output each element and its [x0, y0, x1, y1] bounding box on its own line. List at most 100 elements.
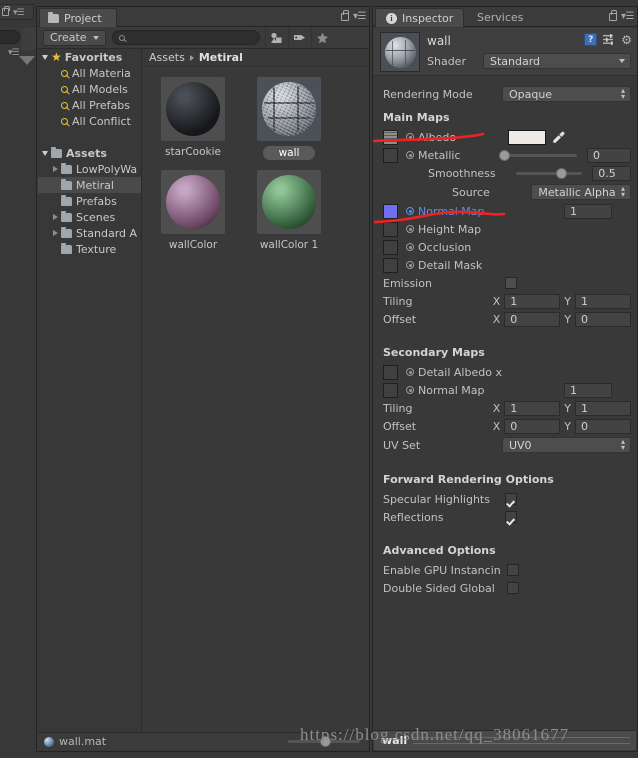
source-dropdown[interactable]: Metallic Alpha ▴ ▾: [531, 184, 631, 200]
detail-mask-texture-slot[interactable]: [383, 257, 398, 273]
asset-thumbnail[interactable]: [161, 170, 225, 234]
tree-item-all-conflict[interactable]: All Conflict: [38, 113, 141, 129]
asset-item[interactable]: wallColor: [161, 170, 225, 251]
gear-icon[interactable]: ⚙: [621, 34, 632, 46]
tab-services[interactable]: Services: [467, 8, 533, 27]
tree-expander-right-icon[interactable]: [53, 214, 58, 220]
lock-icon[interactable]: [341, 9, 350, 21]
source-label: Source: [452, 185, 490, 199]
secondary-normal-map-toggle-icon[interactable]: [406, 386, 414, 394]
reflections-checkbox[interactable]: [505, 511, 517, 523]
asset-item[interactable]: wall: [257, 77, 321, 160]
edge-menu-icon[interactable]: ▾☰: [13, 8, 25, 18]
smoothness-slider-handle[interactable]: [555, 167, 567, 179]
help-book-icon[interactable]: ?: [584, 33, 598, 46]
tree-expander-down-icon[interactable]: [42, 54, 48, 60]
smoothness-value-field[interactable]: 0.5: [592, 165, 632, 181]
detail-mask-toggle-icon[interactable]: [406, 261, 414, 269]
edge-lock-icon[interactable]: [2, 6, 10, 16]
tree-item-prefabs[interactable]: Prefabs: [38, 193, 141, 209]
preset-icon[interactable]: [603, 34, 615, 45]
albedo-color-swatch[interactable]: [508, 129, 546, 145]
asset-filter-icon[interactable]: [264, 27, 288, 48]
gpu-instancing-checkbox[interactable]: [507, 564, 519, 576]
asset-thumbnail[interactable]: [161, 77, 225, 141]
panel-menu-icon[interactable]: ▾☰: [353, 11, 366, 22]
secondary-offset-y-field[interactable]: 0: [575, 418, 631, 434]
albedo-toggle-icon[interactable]: [406, 133, 414, 141]
rendering-mode-dropdown[interactable]: Opaque ▴ ▾: [501, 86, 631, 102]
tree-item-scenes[interactable]: Scenes: [38, 209, 141, 225]
uv-set-dropdown[interactable]: UV0 ▴ ▾: [501, 437, 631, 453]
axis-y-label: Y: [564, 419, 571, 433]
tree-item-texture[interactable]: Texture: [38, 241, 141, 257]
detail-albedo-toggle-icon[interactable]: [406, 368, 414, 376]
offset-y-field[interactable]: 0: [575, 311, 631, 327]
tree-expander-right-icon[interactable]: [53, 166, 58, 172]
secondary-normal-map-value-field[interactable]: 1: [564, 382, 612, 398]
rendering-mode-label: Rendering Mode: [383, 87, 473, 101]
metallic-value-field[interactable]: 0: [586, 147, 631, 163]
tree-item-all-materia[interactable]: All Materia: [38, 65, 141, 81]
eyedropper-icon[interactable]: [552, 131, 565, 144]
asset-thumbnail[interactable]: [257, 77, 321, 141]
create-button[interactable]: Create: [43, 29, 106, 46]
panel-menu-icon[interactable]: ▾☰: [621, 11, 634, 22]
inspector-tab-row: i Inspector Services ▾☰: [373, 7, 637, 27]
tree-item-metiral[interactable]: Metiral: [38, 177, 141, 193]
tree-item-assets[interactable]: Assets: [38, 145, 141, 161]
asset-item[interactable]: wallColor 1: [257, 170, 321, 251]
tree-item-all-prefabs[interactable]: All Prefabs: [38, 97, 141, 113]
metallic-slider[interactable]: [499, 149, 577, 161]
specular-highlights-checkbox[interactable]: [505, 493, 517, 505]
label-filter-icon[interactable]: [287, 27, 311, 48]
height-map-texture-slot[interactable]: [383, 221, 398, 237]
tiling-x-field[interactable]: 1: [504, 293, 561, 309]
metallic-toggle-icon[interactable]: [406, 151, 414, 159]
tab-inspector[interactable]: i Inspector: [375, 8, 465, 27]
tiling-y-field[interactable]: 1: [575, 293, 631, 309]
material-preview-thumbnail: [380, 32, 420, 72]
asset-thumbnail[interactable]: [257, 170, 321, 234]
smoothness-slider[interactable]: [515, 167, 583, 179]
occlusion-texture-slot[interactable]: [383, 239, 398, 255]
secondary-tiling-y-field[interactable]: 1: [575, 400, 631, 416]
secondary-tiling-x-field[interactable]: 1: [504, 400, 561, 416]
occlusion-toggle-icon[interactable]: [406, 243, 414, 251]
axis-y-label: Y: [564, 312, 571, 326]
search-input[interactable]: [111, 30, 260, 45]
emission-checkbox[interactable]: [505, 277, 517, 289]
asset-item[interactable]: starCookie: [161, 77, 225, 160]
lock-icon[interactable]: [609, 9, 618, 21]
edge-menu-icon-2[interactable]: ▾☰: [8, 48, 20, 58]
shader-dropdown[interactable]: Standard: [483, 53, 631, 69]
normal-map-texture-slot[interactable]: [383, 203, 398, 219]
tree-expander-down-icon[interactable]: [42, 150, 48, 156]
metallic-texture-slot[interactable]: [383, 147, 398, 163]
secondary-offset-x-field[interactable]: 0: [504, 418, 561, 434]
tree-expander-right-icon[interactable]: [53, 230, 58, 236]
albedo-texture-slot[interactable]: [383, 129, 398, 145]
double-sided-checkbox[interactable]: [507, 582, 519, 594]
tree-item-all-models[interactable]: All Models: [38, 81, 141, 97]
edge-collapse-triangle[interactable]: [19, 56, 35, 65]
offset-xy: X 0 Y 0: [493, 311, 631, 327]
height-map-toggle-icon[interactable]: [406, 225, 414, 233]
offset-x-field[interactable]: 0: [504, 311, 561, 327]
metallic-label: Metallic: [418, 148, 461, 162]
breadcrumb-root[interactable]: Assets: [149, 51, 185, 64]
project-tree[interactable]: ★ Favorites All Materia All Models All Prefa…: [38, 49, 142, 731]
tree-item-favorites[interactable]: ★ Favorites: [38, 49, 141, 65]
tree-item-lowpolywa[interactable]: LowPolyWa: [38, 161, 141, 177]
tab-project[interactable]: Project: [39, 8, 117, 27]
rendering-mode-value: Opaque: [508, 87, 553, 101]
detail-albedo-texture-slot[interactable]: [383, 364, 398, 380]
secondary-normal-map-texture-slot[interactable]: [383, 382, 398, 398]
edge-search-field[interactable]: [0, 30, 20, 44]
source-value: Metallic Alpha: [538, 185, 616, 199]
normal-map-toggle-icon[interactable]: [406, 207, 414, 215]
tree-item-standard-a[interactable]: Standard A: [38, 225, 141, 241]
favorite-filter-icon[interactable]: [310, 27, 334, 48]
metallic-slider-handle[interactable]: [499, 149, 511, 161]
normal-map-value-field[interactable]: 1: [564, 203, 612, 219]
